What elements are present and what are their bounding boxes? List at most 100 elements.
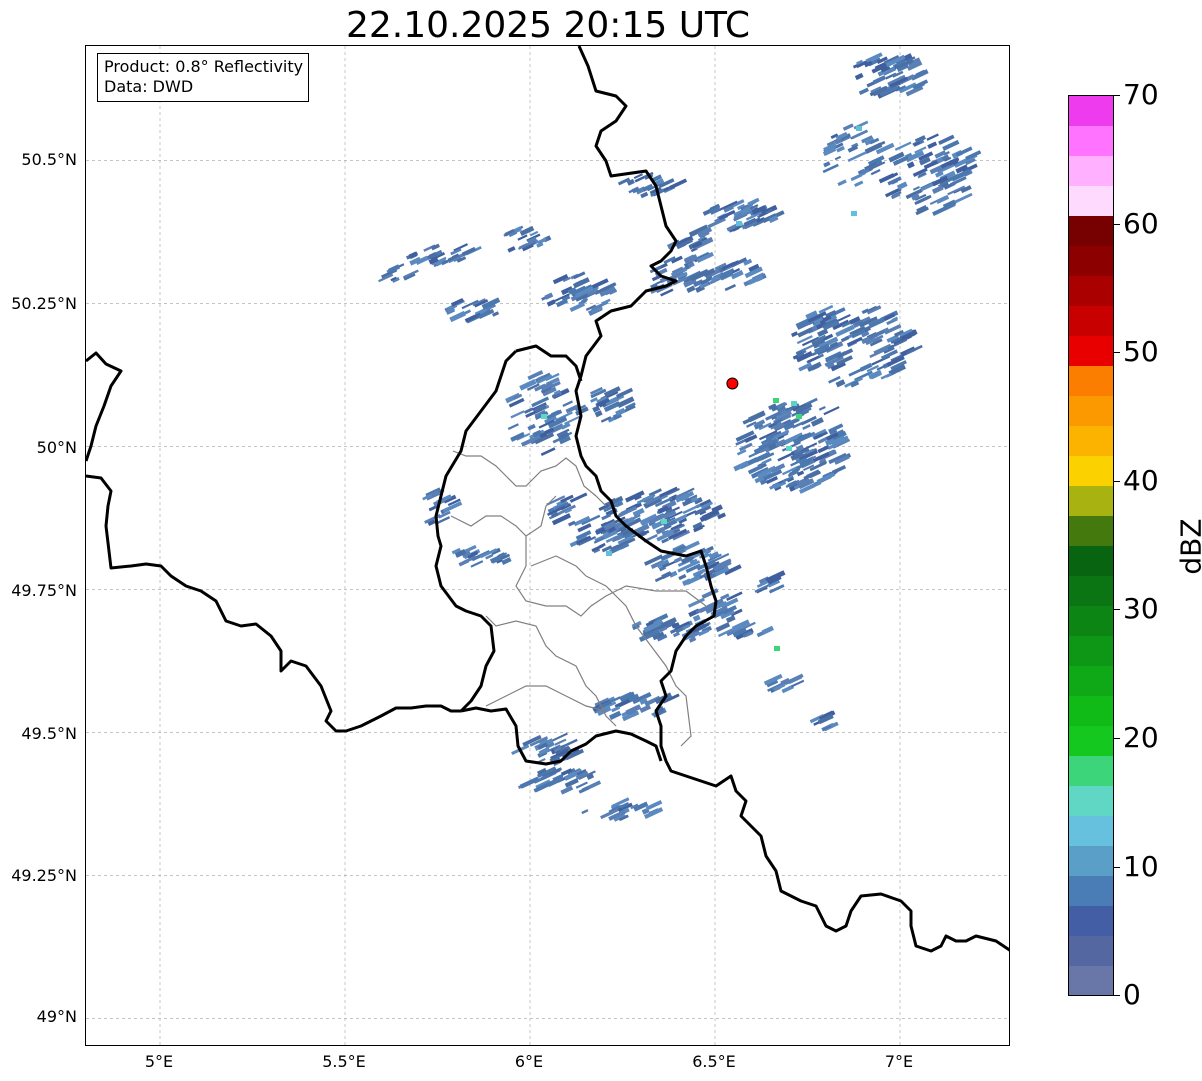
echo-cell [540,447,556,457]
colorbar-cell [1069,305,1113,337]
echo-cell [817,328,829,338]
echo-cell [935,194,950,205]
lat-tick-label: 49.25°N [11,866,77,885]
echo-cell [678,573,687,581]
echo-cell-strong [774,646,780,651]
border-france-belgium [86,474,461,733]
data-source-label: Data: DWD [104,77,194,96]
echo-cell [733,460,750,472]
colorbar-cell [1069,815,1113,846]
district-line-west [450,495,557,537]
colorbar-tick-label: 70 [1123,78,1159,111]
colorbar-tick [1114,867,1120,868]
echo-cell [692,614,701,622]
echo-cell [823,406,840,416]
colorbar-cell [1069,575,1113,606]
colorbar-cell [1069,635,1113,666]
echo-cell [802,424,811,430]
radar-site-marker[interactable] [726,377,739,390]
reflectivity-echoes [378,52,982,822]
colorbar-tick-label: 50 [1123,335,1159,368]
echo-cell [510,410,525,419]
colorbar-cell [1069,245,1113,277]
map-title: 22.10.2025 20:15 UTC [345,5,751,46]
echo-cell-strong [736,221,742,226]
echo-cell-strong [851,211,857,216]
lat-tick-label: 50°N [36,438,77,457]
echo-cell [581,809,589,815]
echo-cell-strong [856,126,862,131]
colorbar-cell [1069,725,1113,756]
colorbar-tick-label: 10 [1123,850,1159,883]
echo-cell [609,710,622,720]
echo-cell [927,141,938,149]
colorbar-cell [1069,455,1113,487]
lon-tick-label: 5°E [144,1052,174,1071]
colorbar-cell [1069,185,1113,217]
echo-cell [686,285,696,293]
colorbar-cell [1069,695,1113,726]
echo-cell [854,72,864,81]
colorbar-cell [1069,875,1113,906]
echo-cell-strong [796,414,802,419]
lon-tick-label: 7°E [884,1052,914,1071]
colorbar-cell [1069,845,1113,876]
colorbar-cell [1069,96,1113,127]
lon-tick-label: 6.5°E [692,1052,736,1071]
echo-cell [568,520,576,527]
echo-cell [858,87,869,95]
product-info-box: Product: 0.8° Reflectivity Data: DWD [97,53,310,102]
radar-map[interactable] [85,45,1010,1046]
colorbar-cell [1069,755,1113,786]
colorbar-cell [1069,605,1113,636]
colorbar-tick-label: 60 [1123,207,1159,240]
lat-tick-label: 49.75°N [11,581,77,600]
echo-cell [837,179,847,187]
colorbar-tick [1114,481,1120,482]
colorbar-tick-label: 0 [1123,978,1141,1011]
colorbar-cell [1069,215,1113,247]
border-belgium-north [86,351,123,462]
echo-cell [889,172,899,179]
echo-cell [894,141,912,151]
country-borders [86,46,1009,953]
echo-cell [761,625,774,635]
colorbar-tick-label: 30 [1123,592,1159,625]
echo-cell [578,786,590,794]
lon-tick-label: 5.5°E [322,1052,366,1071]
echo-cell [960,185,972,194]
colorbar-tick [1114,995,1120,996]
district-line-inner [530,555,587,577]
lat-tick-label: 50.5°N [21,150,77,169]
district-line-east [585,575,692,747]
colorbar-unit-label: dBZ [1174,518,1202,575]
colorbar-cell [1069,545,1113,576]
echo-cell [431,243,440,251]
echo-cell [590,397,598,403]
lat-tick-label: 50.25°N [11,294,77,313]
echo-cell-strong [791,401,797,406]
reflectivity-colorbar [1068,95,1114,996]
echo-cell [840,336,850,343]
echo-cell [823,161,831,168]
echo-cell [661,571,672,580]
echo-cell [640,191,649,199]
colorbar-tick [1114,95,1120,96]
echo-cell [835,379,846,388]
echo-cell [527,423,536,431]
colorbar-cell [1069,785,1113,816]
echo-cell [954,192,973,204]
echo-cell [470,560,484,568]
echo-cell [458,558,470,567]
colorbar-tick [1114,352,1120,353]
echo-cell-strong [606,551,612,556]
colorbar-cell [1069,485,1113,517]
colorbar-tick-label: 20 [1123,721,1159,754]
colorbar-cell [1069,935,1113,966]
echo-cell [674,556,683,564]
district-line-southwest [485,685,607,712]
echo-cell [931,185,944,194]
echo-cell [507,246,516,253]
colorbar-cell [1069,905,1113,936]
echo-cell-strong [786,446,792,451]
